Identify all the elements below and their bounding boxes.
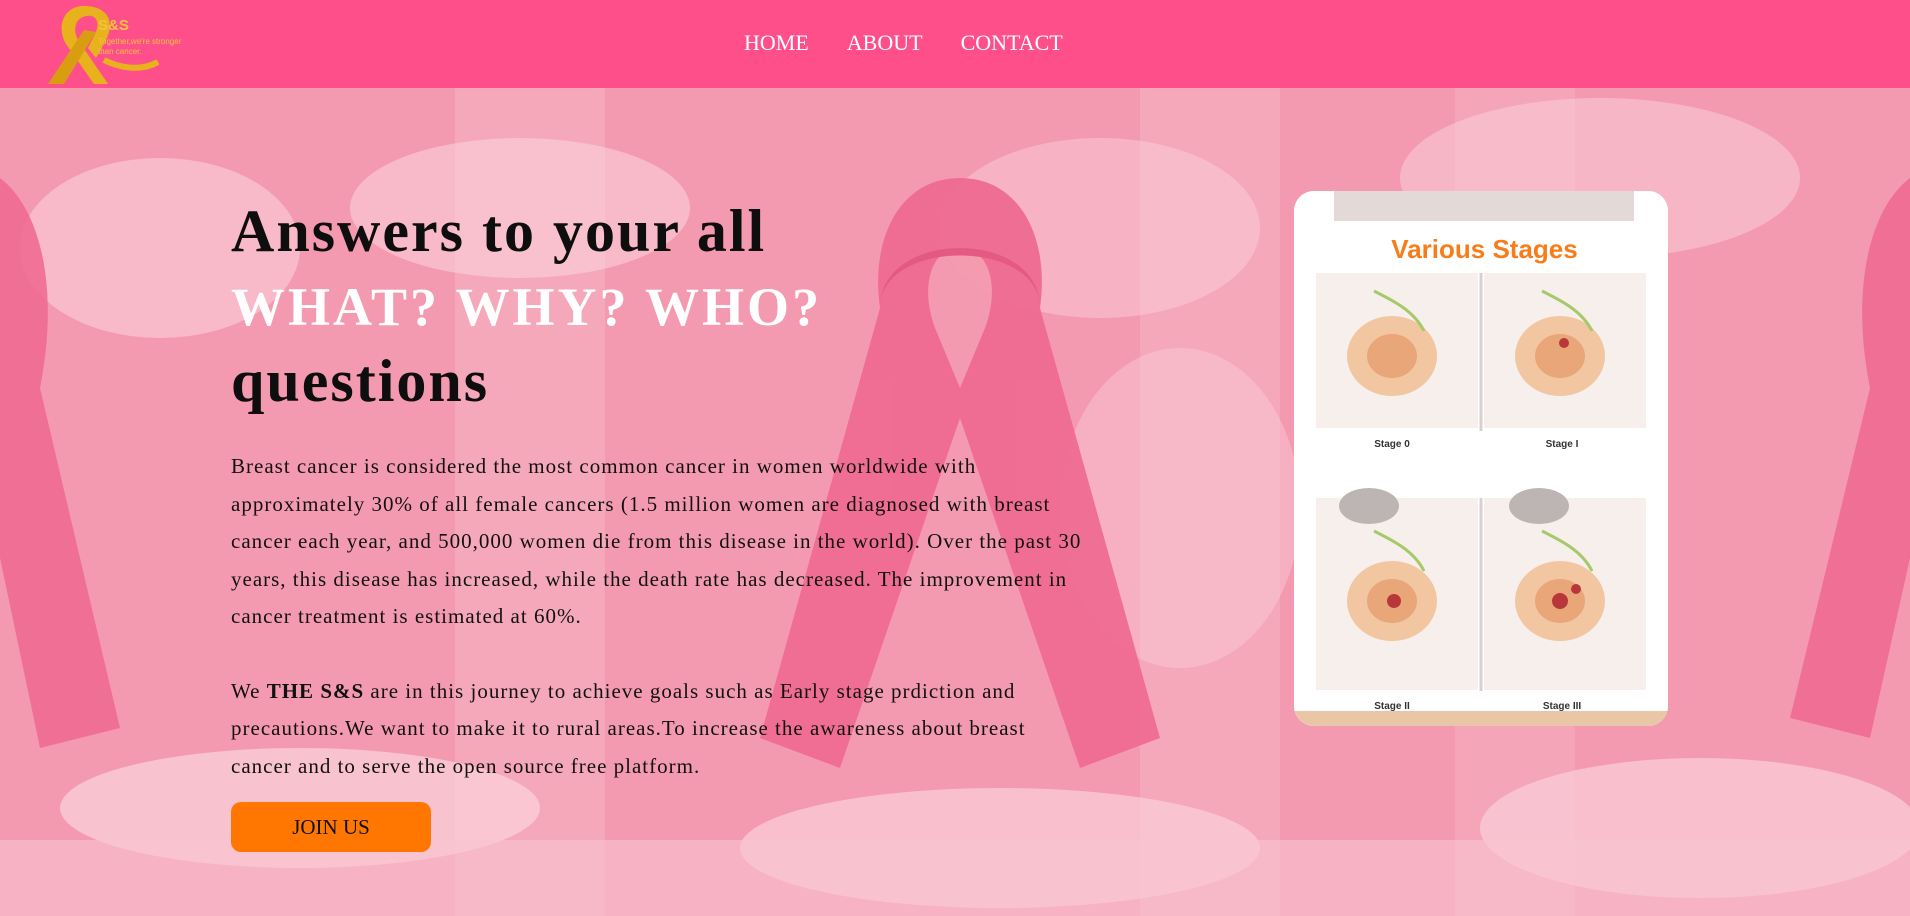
nav-home-link[interactable]: HOME: [744, 30, 809, 56]
hero-paragraph-mission: We THE S&S are in this journey to achiev…: [231, 673, 1091, 786]
card-title: Various Stages: [1391, 234, 1578, 264]
stage-3-label: Stage III: [1542, 701, 1582, 712]
join-us-button[interactable]: JOIN US: [231, 802, 431, 852]
brand-logo[interactable]: S&S Together,we're stronger than cancer.: [34, 0, 194, 86]
heading-line-3: questions: [231, 348, 490, 414]
navbar: S&S Together,we're stronger than cancer.…: [0, 0, 1910, 88]
brand-name: S&S: [98, 17, 129, 34]
stage-2-label: Stage II: [1374, 701, 1410, 712]
hero-paragraph-stats: Breast cancer is considered the most com…: [231, 454, 1082, 628]
brand-tagline: Together,we're stronger than cancer.: [98, 37, 182, 56]
heading-line-1: Answers to your all: [231, 198, 767, 264]
hero-content: Answers to your all WHAT? WHY? WHO? ques…: [231, 194, 1091, 785]
main-nav: HOME ABOUT CONTACT: [744, 30, 1063, 56]
mission-brand-bold: THE S&S: [266, 678, 365, 703]
mission-prefix: We: [231, 678, 267, 703]
heading-accent: WHAT? WHY? WHO?: [231, 277, 823, 337]
nav-about-link[interactable]: ABOUT: [847, 30, 923, 56]
stage-0-label: Stage 0: [1374, 439, 1410, 450]
hero-section: Answers to your all WHAT? WHY? WHO? ques…: [0, 88, 1910, 916]
stage-1-label: Stage I: [1545, 439, 1579, 450]
stages-card: Various Stages Stage 0 Stage I Stage II …: [1294, 191, 1668, 726]
nav-contact-link[interactable]: CONTACT: [961, 30, 1063, 56]
card-title-box: Various Stages: [1327, 222, 1642, 272]
hero-heading: Answers to your all WHAT? WHY? WHO? ques…: [231, 194, 1091, 418]
